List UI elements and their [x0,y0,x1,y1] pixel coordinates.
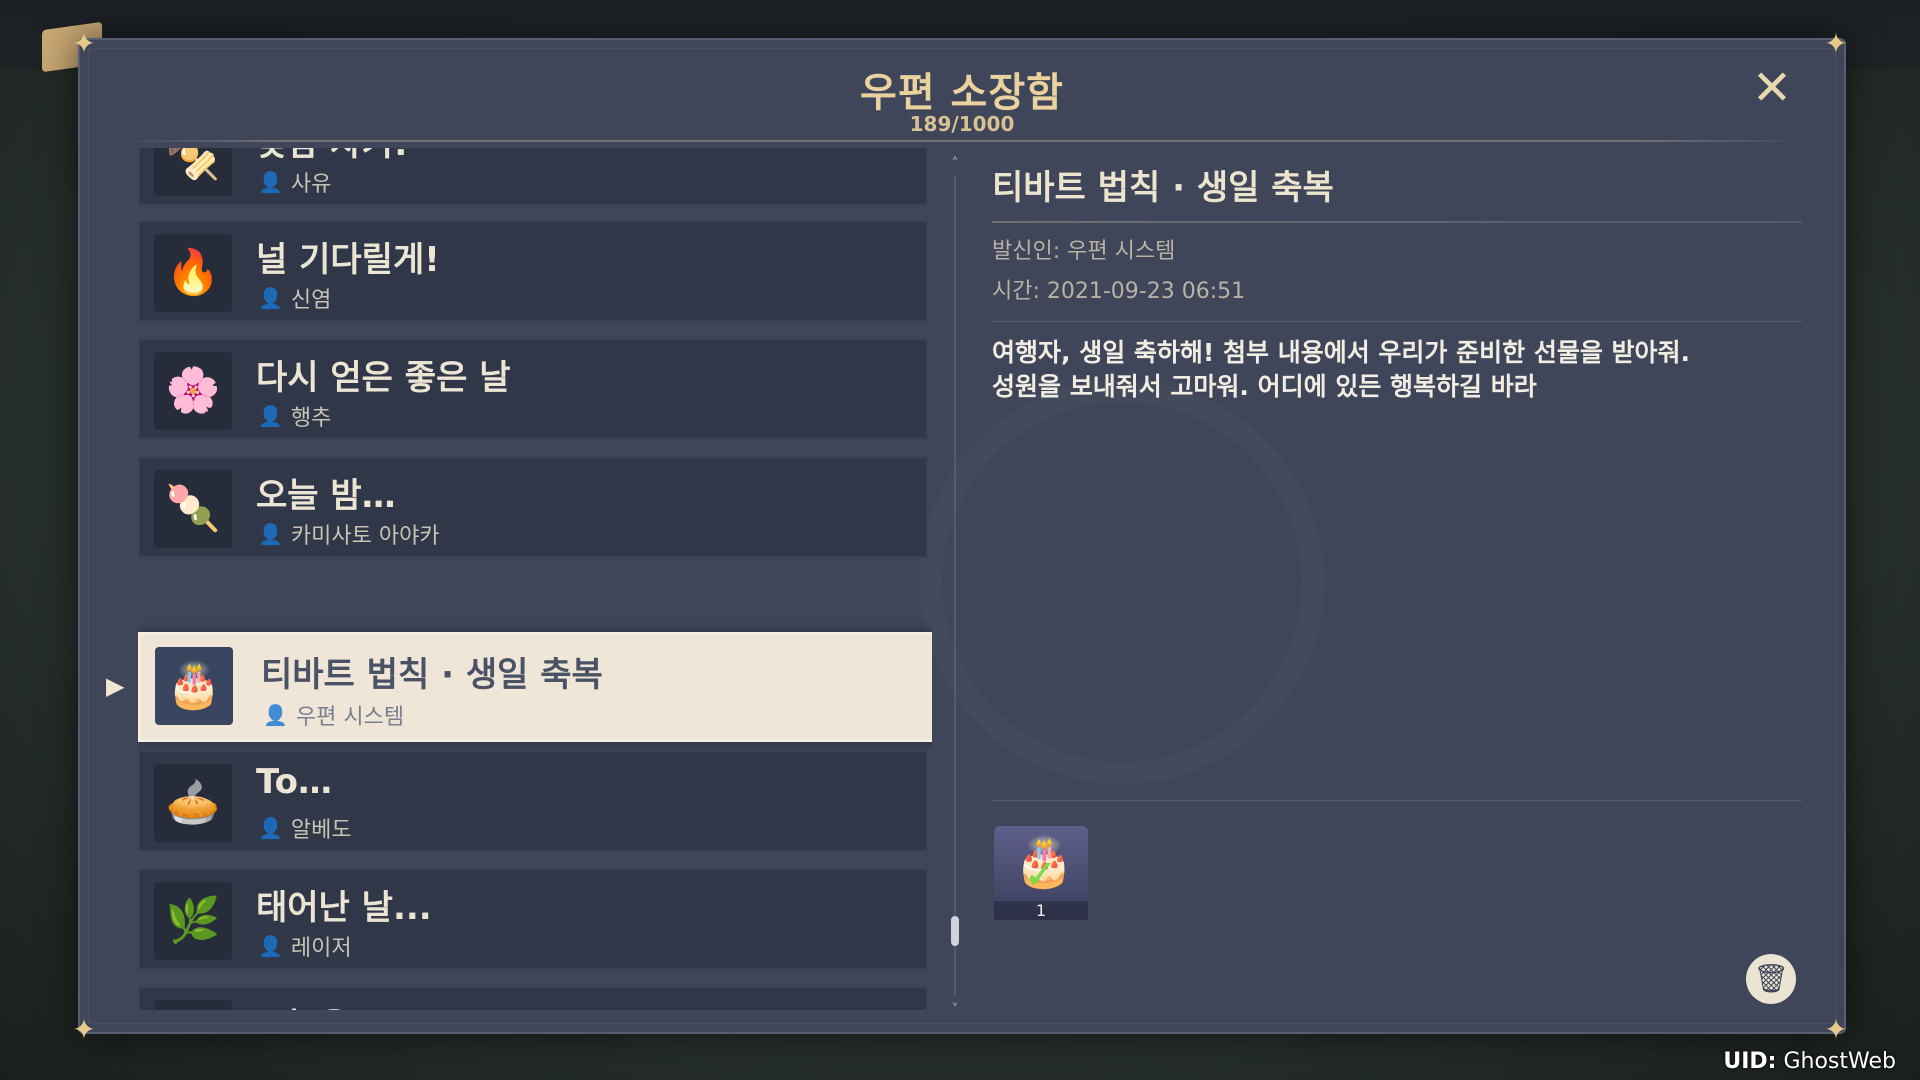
mail-list-scrollbar[interactable]: ˄ ˅ [948,156,962,1018]
mail-title: 태어난 날... [256,888,432,928]
attachment-divider [992,800,1802,801]
uid-display: UID: GhostWeb [1723,1049,1896,1074]
mail-sender-name: 사유 [290,172,332,197]
mail-item[interactable]: 🌿 태어난 날... 👤 레이저 [138,868,928,970]
corner-ornament-icon: ✦ [72,27,96,60]
mail-sender: 👤 카미사토 아야카 [258,518,440,550]
detail-sender: 발신인: 우편 시스템 [992,239,1176,264]
person-icon: 👤 [258,522,283,546]
title-divider [120,140,1804,142]
mail-item[interactable]: 🌸 오늘은… [138,986,928,1010]
mail-sender-name: 우편 시스템 [295,705,405,730]
detail-body: 여행자, 생일 축하해! 첨부 내용에서 우리가 준비한 선물을 받아줘. 성원… [992,336,1802,404]
person-icon: 👤 [258,404,283,428]
detail-divider [992,321,1802,322]
detail-time: 시간: 2021-09-23 06:51 [992,279,1246,304]
background-emblem [920,380,1324,784]
person-icon: 👤 [263,703,288,727]
detail-title: 티바트 법칙 · 생일 축복 [992,168,1334,208]
tofu-icon: 🍢 [154,148,232,196]
mail-sender: 👤 우편 시스템 [263,699,404,731]
detail-divider [992,221,1802,223]
mail-sender-name: 레이저 [290,936,352,961]
scroll-up-icon: ˄ [951,156,959,172]
mail-detail: 티바트 법칙 · 생일 축복 발신인: 우편 시스템 시간: 2021-09-2… [992,152,1802,404]
mail-sender: 👤 사유 [258,166,331,198]
corner-ornament-icon: ✦ [1824,1013,1848,1046]
close-button[interactable]: ✕ [1748,64,1796,112]
mail-list[interactable]: 🍢 낮잠 자기! 👤 사유 🔥 널 기다릴게! 👤 신염 🌸 다시 얻은 좋은 … [138,148,932,1010]
mailbox-window: 우편 소장함 189/1000 ✕ ▶ 🍢 낮잠 자기! 👤 사유 🔥 널 기다… [78,38,1846,1034]
pie-icon: 🥧 [154,764,232,842]
window-title: 우편 소장함 [860,70,1064,116]
delete-button[interactable]: 🗑 [1746,954,1796,1004]
mail-count: 189/1000 [909,112,1015,136]
person-icon: 👤 [258,934,283,958]
mail-item[interactable]: 🥧 To… 👤 알베도 [138,750,928,852]
mail-item[interactable]: 🍡 오늘 밤… 👤 카미사토 아야카 [138,456,928,558]
attachment-item[interactable]: 🎂 ✓ 1 [994,826,1088,920]
mail-title: 오늘은… [256,998,384,1010]
mail-sender-name: 행추 [290,406,332,431]
checkmark-icon: ✓ [1024,852,1058,898]
detail-body-line: 여행자, 생일 축하해! 첨부 내용에서 우리가 준비한 선물을 받아줘. [992,338,1691,367]
scrollbar-thumb[interactable] [951,916,959,946]
corner-ornament-icon: ✦ [1824,27,1848,60]
person-icon: 👤 [258,286,283,310]
trash-icon: 🗑 [1753,962,1789,995]
selection-arrow-icon: ▶ [106,672,125,700]
mail-sender: 👤 레이저 [258,930,352,962]
mail-title: 낮잠 자기! [256,148,408,165]
uid-value: GhostWeb [1783,1049,1896,1074]
mail-item[interactable]: 🍢 낮잠 자기! 👤 사유 [138,148,928,206]
mail-title: To… [256,762,333,802]
scroll-down-icon: ˅ [951,1002,959,1018]
mail-item[interactable]: 🔥 널 기다릴게! 👤 신염 [138,220,928,322]
person-icon: 👤 [258,170,283,194]
mail-title: 티바트 법칙 · 생일 축복 [261,655,603,695]
mail-title: 오늘 밤… [256,476,396,516]
mail-sender: 👤 알베도 [258,812,352,844]
person-icon: 👤 [258,816,283,840]
uid-label: UID: [1723,1049,1777,1074]
mail-sender: 👤 행추 [258,400,331,432]
cake-icon: 🎂 [155,647,233,725]
mail-sender-name: 카미사토 아야카 [290,524,440,549]
scrollbar-track [954,176,956,996]
mail-sender: 👤 신염 [258,282,331,314]
detail-body-line: 성원을 보내줘서 고마워. 어디에 있든 행복하길 바라 [992,372,1537,401]
lily-icon: 🌿 [154,882,232,960]
flower-icon: 🌸 [154,1000,232,1010]
mail-item-selected[interactable]: 🎂 티바트 법칙 · 생일 축복 👤 우편 시스템 [138,632,932,742]
mail-item[interactable]: 🌸 다시 얻은 좋은 날 👤 행추 [138,338,928,440]
hotpot-icon: 🔥 [154,234,232,312]
sweets-icon: 🍡 [154,470,232,548]
mail-title: 널 기다릴게! [256,240,440,280]
attachment-quantity: 1 [994,901,1088,920]
mail-sender-name: 신염 [290,288,332,313]
mail-title: 다시 얻은 좋은 날 [256,358,511,398]
mail-sender-name: 알베도 [290,818,352,843]
corner-ornament-icon: ✦ [72,1013,96,1046]
flower-icon: 🌸 [154,352,232,430]
close-icon: ✕ [1751,60,1793,116]
